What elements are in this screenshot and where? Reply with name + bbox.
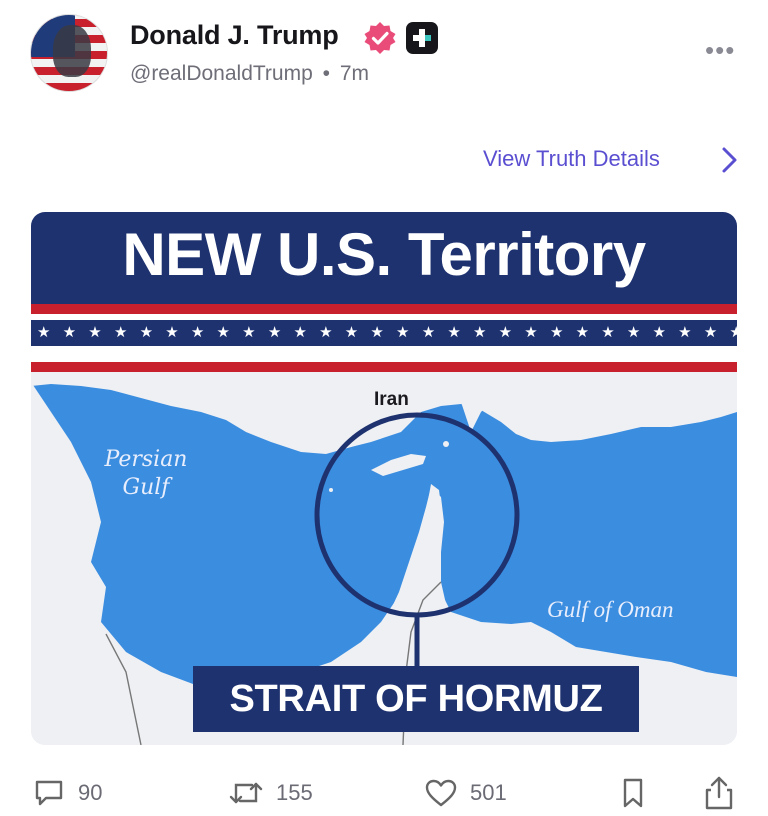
- view-truth-details-link[interactable]: View Truth Details: [483, 146, 660, 172]
- post-actions: 90 155 501: [0, 770, 768, 816]
- label-gulf-of-oman: Gulf of Oman: [547, 597, 674, 622]
- post-time[interactable]: 7m: [340, 62, 369, 85]
- image-title: NEW U.S. Territory: [122, 221, 646, 288]
- author-avatar[interactable]: [30, 14, 108, 92]
- bookmark-icon: [623, 778, 643, 808]
- bookmark-button[interactable]: [618, 770, 648, 816]
- retruth-icon: [229, 782, 263, 804]
- more-dots-icon[interactable]: •••: [705, 37, 735, 63]
- banner-red-stripe: [31, 304, 737, 314]
- author-name[interactable]: Donald J. Trump: [130, 20, 339, 51]
- chevron-right-icon[interactable]: [720, 145, 740, 175]
- reply-count: 90: [78, 780, 103, 805]
- island-dot: [329, 488, 333, 492]
- label-persian-gulf: Persian Gulf: [104, 447, 188, 500]
- meta-separator: •: [322, 62, 330, 85]
- banner-star-band: ★★★★★★★★★★★★★★★★★★★★★★★★★★★★: [31, 320, 737, 346]
- like-button[interactable]: 501: [424, 770, 507, 816]
- like-count: 501: [470, 780, 507, 805]
- author-handle[interactable]: @realDonaldTrump: [130, 62, 313, 85]
- retruth-button[interactable]: 155: [228, 770, 313, 816]
- retruth-count: 155: [276, 780, 313, 805]
- author-handle-row: @realDonaldTrump • 7m: [130, 62, 369, 86]
- image-banner: NEW U.S. Territory: [31, 212, 737, 304]
- share-icon: [705, 776, 733, 810]
- share-button[interactable]: [703, 770, 735, 816]
- plus-badge-icon: [406, 22, 438, 54]
- banner-red-stripe-lower: [31, 362, 737, 372]
- avatar-portrait: [53, 25, 91, 77]
- reply-button[interactable]: 90: [32, 770, 102, 816]
- post-image[interactable]: NEW U.S. Territory ★★★★★★★★★★★★★★★★★★★★★…: [31, 212, 737, 745]
- post-header: Donald J. Trump @realDonaldTrump • 7m ••…: [0, 0, 768, 110]
- comment-icon: [35, 780, 63, 806]
- island-dot: [443, 441, 449, 447]
- heart-icon: [425, 779, 457, 807]
- label-iran: Iran: [374, 389, 409, 410]
- verified-badge-icon: [364, 22, 396, 54]
- label-strait-of-hormuz: STRAIT OF HORMUZ: [193, 666, 639, 732]
